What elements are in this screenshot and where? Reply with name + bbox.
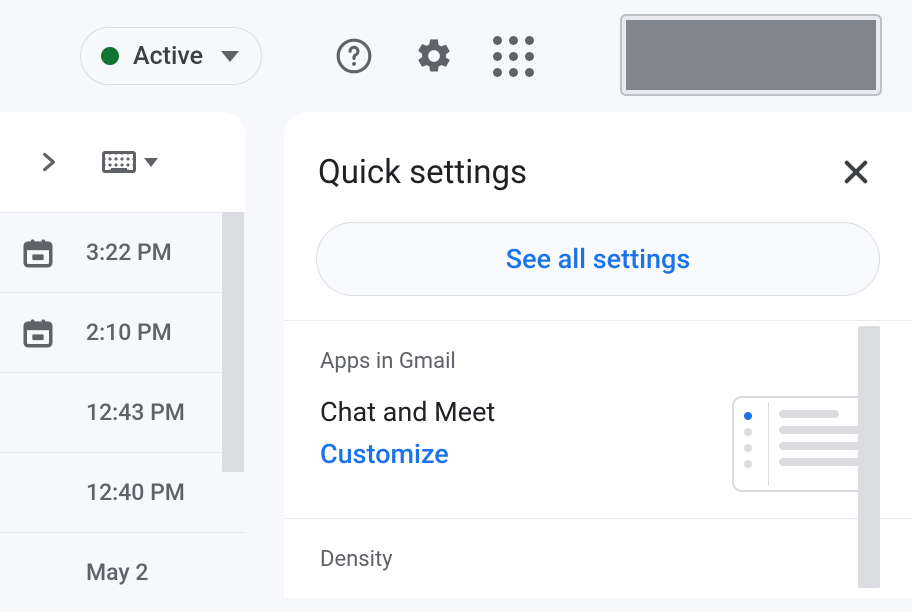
density-section-label: Density (284, 519, 912, 572)
chevron-down-icon (144, 158, 158, 167)
customize-link[interactable]: Customize (320, 438, 732, 470)
layout-preview-thumbnail[interactable] (732, 396, 876, 492)
quick-settings-panel: Quick settings See all settings Apps in … (284, 112, 912, 598)
status-chip[interactable]: Active (80, 27, 262, 85)
settings-scrollbar[interactable] (858, 326, 880, 588)
input-tools-button[interactable] (102, 151, 158, 173)
account-avatar-box[interactable] (620, 14, 882, 96)
mail-row[interactable]: 2:10 PM (0, 292, 246, 372)
see-all-settings-label: See all settings (506, 243, 690, 275)
calendar-icon (20, 236, 56, 270)
mail-row[interactable]: 12:40 PM (0, 452, 246, 532)
app-header: Active (0, 0, 912, 112)
gear-icon (414, 36, 454, 76)
close-button[interactable] (834, 150, 878, 194)
calendar-icon (20, 316, 56, 350)
chat-and-meet-label: Chat and Meet (320, 396, 732, 428)
mail-row[interactable]: May 2 (0, 532, 246, 612)
mail-row[interactable]: 3:22 PM (0, 212, 246, 292)
mail-time: 2:10 PM (86, 319, 172, 346)
apps-grid-icon (493, 36, 534, 77)
expand-button[interactable] (36, 149, 62, 175)
settings-gear-button[interactable] (408, 30, 460, 82)
status-dot-icon (101, 47, 119, 65)
help-icon (335, 37, 373, 75)
avatar-placeholder (626, 20, 876, 90)
mail-time: 12:43 PM (86, 399, 185, 426)
keyboard-icon (102, 151, 136, 173)
apps-section-label: Apps in Gmail (284, 321, 912, 378)
close-icon (840, 156, 872, 188)
mail-row[interactable]: 12:43 PM (0, 372, 246, 452)
mail-list-column: 3:22 PM 2:10 PM 12:43 PM 12:40 PM May 2 (0, 112, 246, 598)
see-all-settings-button[interactable]: See all settings (316, 222, 880, 296)
mail-list-header (0, 112, 246, 212)
mail-time: May 2 (86, 559, 148, 586)
google-apps-button[interactable] (488, 30, 540, 82)
chat-and-meet-row: Chat and Meet Customize (284, 378, 912, 518)
mail-time: 12:40 PM (86, 479, 185, 506)
mail-list: 3:22 PM 2:10 PM 12:43 PM 12:40 PM May 2 (0, 212, 246, 612)
chevron-down-icon (221, 51, 239, 62)
preview-sidebar-icon (744, 408, 758, 480)
mail-time: 3:22 PM (86, 239, 172, 266)
help-button[interactable] (328, 30, 380, 82)
preview-lines-icon (779, 408, 864, 480)
quick-settings-title: Quick settings (318, 153, 527, 192)
status-label: Active (133, 42, 203, 71)
mail-scrollbar[interactable] (222, 212, 244, 472)
